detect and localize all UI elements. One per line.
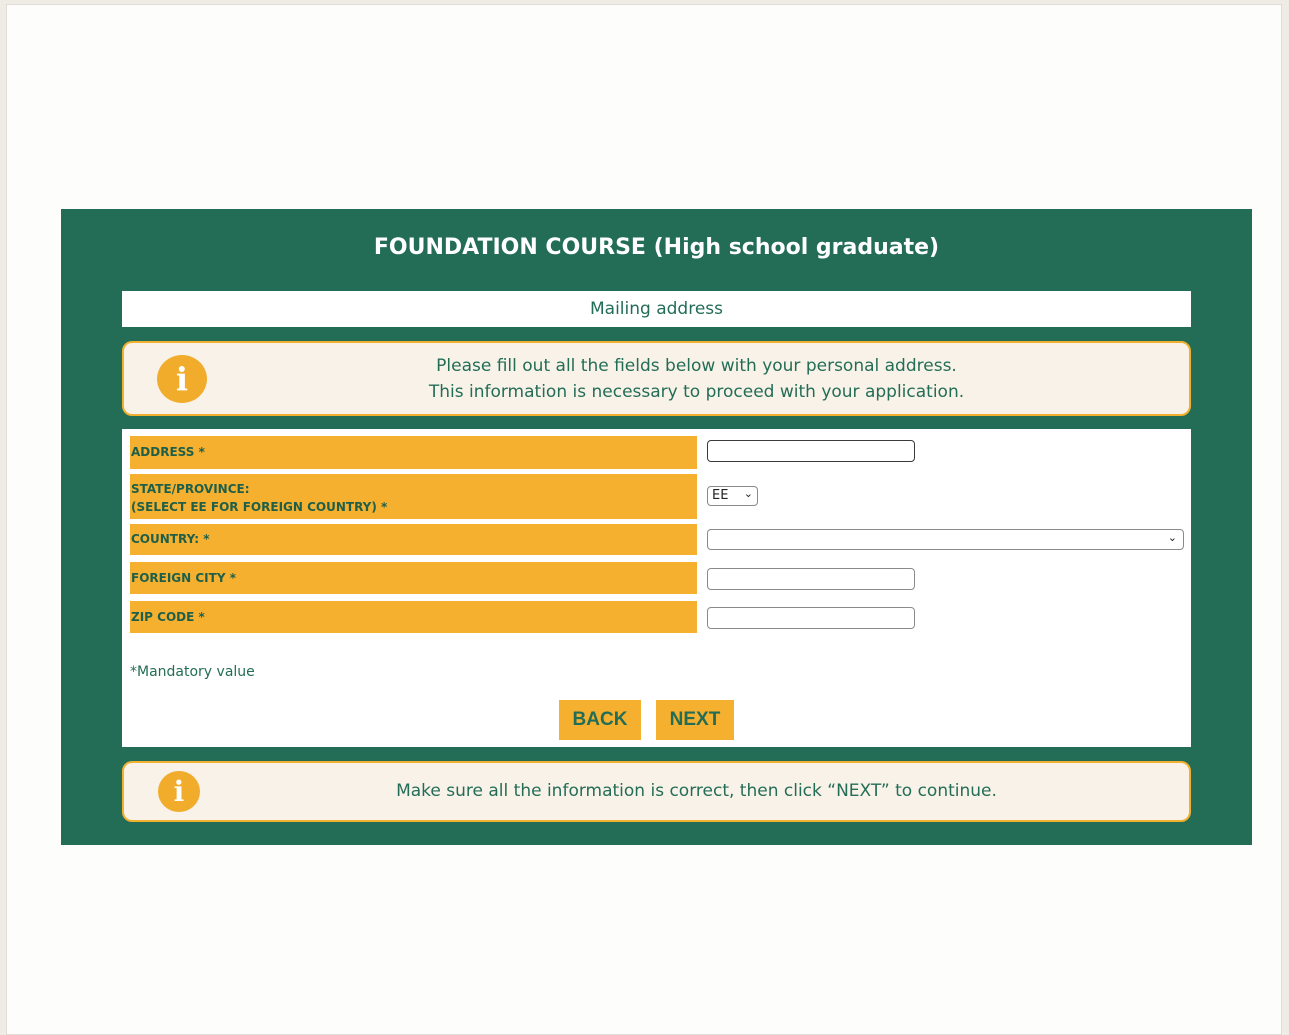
- foreign-city-label-cell: FOREIGN CITY *: [130, 562, 697, 594]
- chevron-down-icon: ⌄: [1167, 531, 1177, 544]
- chevron-down-icon: ⌄: [743, 487, 753, 500]
- intro-info-text: Please fill out all the fields below wit…: [224, 353, 1169, 405]
- state-label-cell: STATE/PROVINCE: (SELECT EE FOR FOREIGN C…: [130, 474, 697, 519]
- intro-info-line-1: Please fill out all the fields below wit…: [436, 356, 957, 376]
- country-label-cell: COUNTRY: *: [130, 524, 697, 555]
- state-label-line-2: (SELECT EE FOR FOREIGN COUNTRY) *: [131, 500, 388, 514]
- foreign-city-input[interactable]: [707, 568, 915, 590]
- info-icon: i: [157, 355, 207, 403]
- country-label: COUNTRY: *: [131, 532, 210, 546]
- state-select-value: EE: [712, 488, 729, 503]
- intro-info-line-2: This information is necessary to proceed…: [428, 382, 965, 402]
- zip-code-label-cell: ZIP CODE *: [130, 601, 697, 633]
- page-title: FOUNDATION COURSE (High school graduate): [373, 235, 940, 260]
- zip-code-label: ZIP CODE *: [131, 610, 205, 624]
- address-label-cell: ADDRESS *: [130, 436, 697, 469]
- state-select[interactable]: EE ⌄: [707, 486, 758, 506]
- state-label-line-1: STATE/PROVINCE:: [131, 482, 250, 496]
- address-label: ADDRESS *: [131, 445, 205, 459]
- back-button[interactable]: BACK: [559, 700, 641, 740]
- country-select[interactable]: ⌄: [707, 529, 1184, 550]
- mandatory-note: *Mandatory value: [130, 664, 255, 680]
- footer-info-text: Make sure all the information is correct…: [396, 781, 997, 801]
- footer-info-box: i Make sure all the information is corre…: [122, 761, 1191, 822]
- next-button[interactable]: NEXT: [656, 700, 734, 740]
- info-icon: i: [158, 771, 200, 812]
- foreign-city-label: FOREIGN CITY *: [131, 571, 236, 585]
- section-title: Mailing address: [122, 291, 1191, 327]
- address-input[interactable]: [707, 440, 915, 462]
- intro-info-box: i Please fill out all the fields below w…: [122, 341, 1191, 416]
- application-panel: FOUNDATION COURSE (High school graduate)…: [61, 209, 1252, 845]
- zip-code-input[interactable]: [707, 607, 915, 629]
- document-page: FOUNDATION COURSE (High school graduate)…: [6, 4, 1282, 1035]
- address-form: ADDRESS * STATE/PROVINCE: (SELECT EE FOR…: [122, 429, 1191, 747]
